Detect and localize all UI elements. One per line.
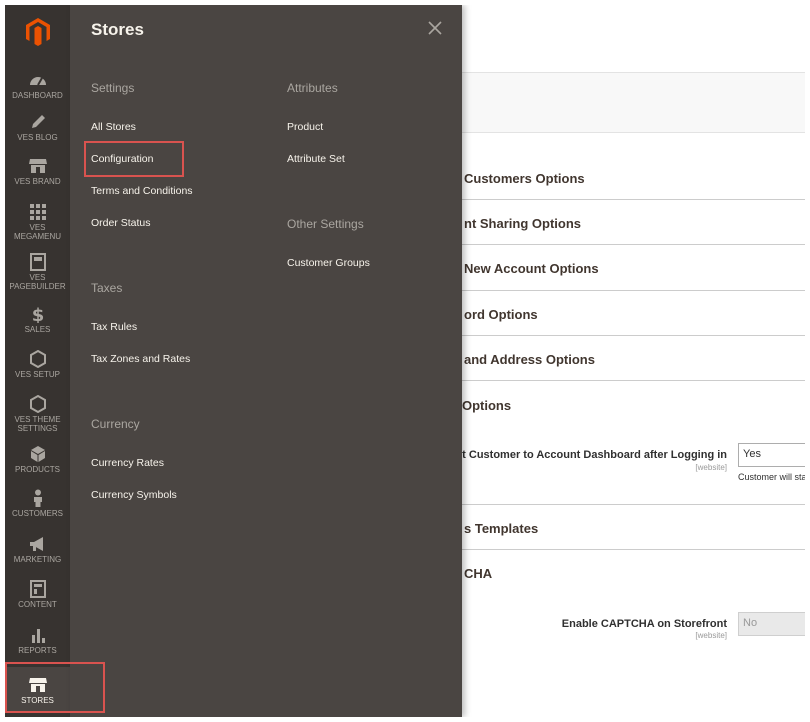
grid-icon: [29, 204, 46, 220]
nav-label: Ves Pagebuilder: [9, 273, 66, 291]
nav-item-ves-setup[interactable]: Ves Setup: [5, 350, 70, 380]
group-title-currency: Currency: [91, 417, 140, 431]
menu-link-currency-symbols[interactable]: Currency Symbols: [91, 489, 177, 501]
section-title: s Templates: [464, 521, 539, 536]
nav-label: Ves Theme Settings: [14, 415, 61, 433]
section-title: Customers Options: [464, 171, 585, 186]
menu-link-tax-zones-and-rates[interactable]: Tax Zones and Rates: [91, 353, 190, 365]
section-title: ord Options: [464, 307, 538, 322]
captcha-select[interactable]: No: [738, 612, 805, 636]
box-icon: [30, 446, 45, 462]
megaphone-icon: [29, 537, 43, 551]
nav-item-ves-megamenu[interactable]: Ves Megamenu: [5, 203, 70, 241]
group-title-other-settings: Other Settings: [287, 217, 364, 231]
admin-window: Customers Options nt Sharing Options New…: [5, 5, 805, 717]
menu-link-customer-groups[interactable]: Customer Groups: [287, 257, 370, 269]
nav-label: Ves Megamenu: [13, 223, 62, 241]
redirect-select[interactable]: Yes: [738, 443, 805, 467]
nav-item-products[interactable]: Products: [5, 445, 70, 475]
group-title-attributes: Attributes: [287, 81, 338, 95]
nav-label: Ves Brand: [14, 177, 61, 186]
menu-link-tax-rules[interactable]: Tax Rules: [91, 321, 137, 333]
nav-label: Products: [15, 465, 60, 474]
section-title: CHA: [464, 566, 493, 581]
bar-chart-icon: [31, 629, 45, 643]
redirect-note: Customer will stay: [738, 472, 805, 482]
scope-label: [website]: [695, 631, 727, 640]
nav-item-sales[interactable]: $ Sales: [5, 305, 70, 335]
stores-menu-panel: Stores Settings All Stores Configuration…: [70, 5, 462, 717]
section-title: Options: [462, 398, 512, 413]
magento-logo-icon: [25, 18, 50, 46]
nav-item-customers[interactable]: Customers: [5, 489, 70, 519]
menu-link-terms-and-conditions[interactable]: Terms and Conditions: [91, 185, 193, 197]
hexagon-icon: [29, 395, 46, 413]
layout-icon: [29, 253, 46, 271]
admin-sidebar: Dashboard Ves Blog Ves Brand Ves Megamen…: [5, 5, 70, 717]
nav-label: Ves Setup: [15, 370, 60, 379]
nav-item-ves-blog[interactable]: Ves Blog: [5, 113, 70, 143]
captcha-field-label: Enable CAPTCHA on Storefront: [561, 618, 727, 630]
close-icon[interactable]: [426, 19, 444, 37]
nav-item-marketing[interactable]: Marketing: [5, 535, 70, 565]
nav-item-ves-pagebuilder[interactable]: Ves Pagebuilder: [5, 253, 70, 293]
nav-item-reports[interactable]: Reports: [5, 626, 70, 656]
menu-link-all-stores[interactable]: All Stores: [91, 121, 136, 133]
section-title: and Address Options: [464, 352, 595, 367]
pencil-icon: [31, 115, 45, 128]
group-title-taxes: Taxes: [91, 281, 123, 295]
section-title: New Account Options: [464, 261, 599, 276]
content-icon: [29, 580, 46, 598]
nav-item-content[interactable]: Content: [5, 580, 70, 610]
highlight-stores: [5, 662, 105, 713]
person-icon: [33, 489, 42, 507]
svg-text:$: $: [31, 305, 44, 323]
section-title: nt Sharing Options: [464, 216, 581, 231]
menu-link-currency-rates[interactable]: Currency Rates: [91, 457, 164, 469]
highlight-configuration: [84, 141, 184, 177]
group-title-settings: Settings: [91, 81, 135, 95]
menu-link-attribute-set[interactable]: Attribute Set: [287, 153, 345, 165]
menu-link-order-status[interactable]: Order Status: [91, 217, 151, 229]
menu-link-product[interactable]: Product: [287, 121, 323, 133]
nav-label: Customers: [12, 509, 63, 518]
nav-label: Dashboard: [12, 91, 63, 100]
dollar-icon: $: [31, 305, 44, 323]
panel-title: Stores: [91, 20, 144, 39]
nav-label: Content: [18, 600, 57, 609]
nav-item-ves-brand[interactable]: Ves Brand: [5, 157, 70, 187]
nav-item-ves-theme-settings[interactable]: Ves Theme Settings: [5, 395, 70, 435]
nav-label: Sales: [24, 325, 51, 334]
nav-label: Reports: [18, 646, 57, 655]
nav-item-dashboard[interactable]: Dashboard: [5, 71, 70, 101]
storefront-icon: [28, 159, 47, 173]
nav-label: Marketing: [13, 555, 62, 564]
hexagon-icon: [29, 350, 46, 368]
dashboard-icon: [29, 77, 46, 86]
nav-label: Ves Blog: [17, 133, 58, 142]
magento-logo[interactable]: [5, 5, 70, 59]
scope-label: [website]: [695, 463, 727, 472]
redirect-field-label: rect Customer to Account Dashboard after…: [445, 449, 727, 461]
